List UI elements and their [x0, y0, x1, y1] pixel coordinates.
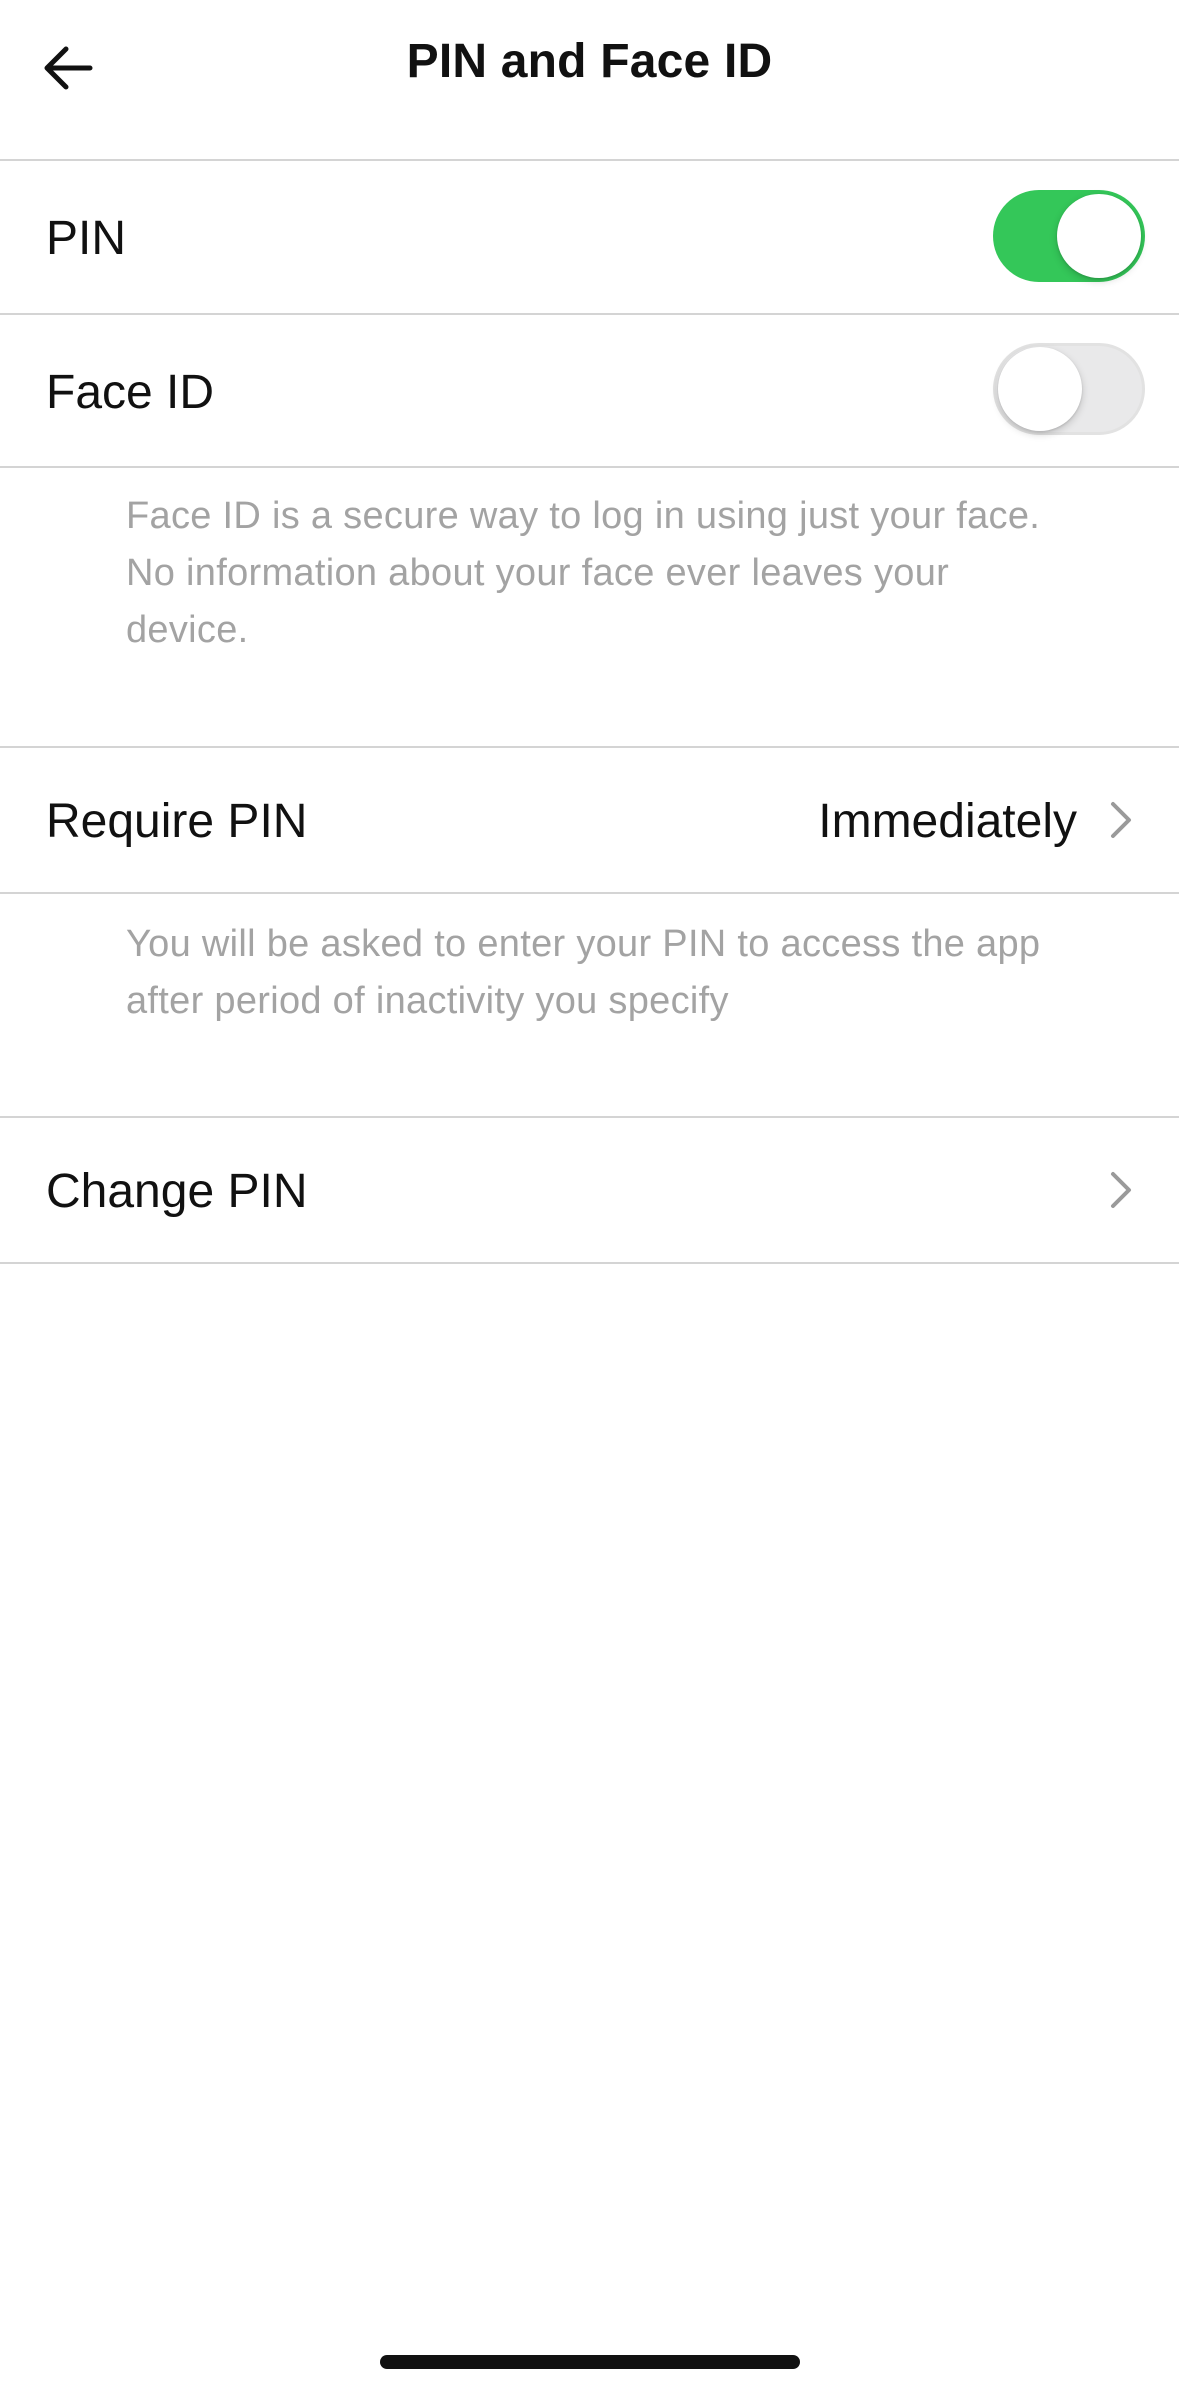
face-id-description: Face ID is a secure way to log in using …	[126, 495, 1041, 651]
change-pin-label: Change PIN	[46, 1165, 308, 1218]
pin-label: PIN	[46, 212, 127, 265]
pin-toggle[interactable]	[993, 190, 1145, 282]
chevron-right-icon	[1111, 802, 1131, 838]
face-id-label: Face ID	[46, 366, 215, 419]
toggle-knob	[998, 347, 1082, 431]
face-id-toggle[interactable]	[993, 343, 1145, 435]
chevron-right-icon	[1111, 1172, 1131, 1208]
divider	[0, 892, 1179, 894]
divider	[0, 1262, 1179, 1264]
require-pin-description: You will be asked to enter your PIN to a…	[126, 923, 1041, 1022]
require-pin-label: Require PIN	[46, 795, 308, 848]
settings-screen: PIN and Face ID PIN Face ID Face ID is a…	[0, 0, 1179, 2396]
page-title: PIN and Face ID	[406, 35, 773, 88]
pin-row: PIN	[0, 161, 1179, 313]
face-id-row: Face ID	[0, 315, 1179, 467]
require-pin-row[interactable]: Require PIN Immediately	[0, 748, 1179, 892]
nav-header: PIN and Face ID	[0, 0, 1179, 160]
toggle-knob	[1057, 194, 1141, 278]
home-indicator[interactable]	[380, 2355, 800, 2369]
require-pin-value: Immediately	[818, 795, 1077, 848]
divider	[0, 466, 1179, 468]
change-pin-row[interactable]: Change PIN	[0, 1118, 1179, 1262]
